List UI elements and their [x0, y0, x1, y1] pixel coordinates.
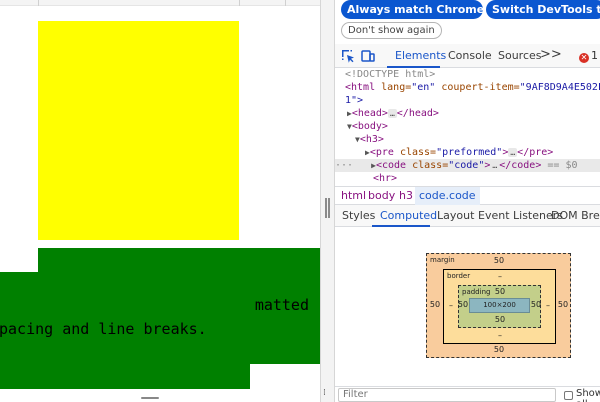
tab-dom-breakpoints[interactable]: DOM Breakpoints	[551, 205, 600, 227]
tab-elements[interactable]: Elements	[395, 44, 446, 68]
padding-label: padding	[462, 288, 491, 296]
padding-top-value[interactable]: 50	[492, 287, 508, 296]
devtools-main-toolbar: Elements Console Sources >> ✕ 1	[335, 44, 600, 68]
breadcrumb-body[interactable]: body	[364, 187, 399, 205]
dom-node-h3[interactable]: ▼<h3>	[355, 133, 600, 146]
border-label: border	[447, 272, 471, 280]
dom-node-head[interactable]: ▶<head>… </head>	[347, 107, 600, 120]
page-viewport: matted pacing and line breaks.	[0, 0, 320, 402]
breadcrumb-h3[interactable]: h3	[395, 187, 417, 205]
tab-console[interactable]: Console	[448, 44, 492, 68]
ruler-tick	[239, 0, 240, 6]
ruler-strip	[0, 0, 320, 6]
breadcrumb-code[interactable]: code.code	[415, 187, 480, 205]
dom-tree: <!DOCTYPE html> <html lang="en" coupert-…	[335, 68, 600, 186]
dom-node-body[interactable]: ▼<body>	[347, 120, 600, 133]
yellow-box	[38, 21, 239, 240]
green-code-block	[0, 272, 320, 364]
panel-resizer[interactable]: ⁞	[320, 0, 335, 402]
always-match-language-button[interactable]: Always match Chrome's language	[341, 0, 555, 19]
dom-node-doctype[interactable]: <!DOCTYPE html>	[345, 68, 600, 81]
box-model-padding[interactable]: padding 50 50 50 50 100×200	[458, 285, 541, 328]
active-subtab-indicator	[372, 225, 430, 227]
tab-sources[interactable]: Sources	[498, 44, 542, 68]
dom-node-html-continued: 1">	[345, 95, 364, 106]
collapsed-ellipsis-icon[interactable]: …	[490, 161, 500, 170]
box-model-margin[interactable]: margin 50 50 50 50 border – – – – paddin…	[426, 253, 571, 358]
resize-corner-icon: ⁞	[323, 388, 326, 398]
viewport-scroll-handle[interactable]	[141, 397, 159, 399]
collapsed-ellipsis-icon[interactable]: …	[387, 109, 397, 118]
switch-language-button[interactable]: Switch DevTools to Korean	[486, 0, 600, 19]
dont-show-again-button[interactable]: Don't show again	[341, 22, 442, 39]
dom-node-code-selected[interactable]: ··· ▶<code class="code">… </code> == $0	[335, 159, 600, 172]
tab-layout[interactable]: Layout	[437, 205, 474, 227]
show-all-checkbox[interactable]	[564, 391, 573, 400]
ruler-tick	[285, 0, 286, 6]
margin-right-value[interactable]: 50	[555, 300, 571, 309]
dom-node-pre[interactable]: ▶<pre class="preformed">… </pre>	[365, 146, 600, 159]
inspect-element-icon[interactable]	[341, 49, 355, 63]
computed-filter-bar: Filter Show all	[335, 386, 600, 402]
border-top-value[interactable]: –	[492, 272, 508, 281]
show-all-label: Show all	[576, 388, 600, 402]
green-block-bottom	[0, 364, 250, 389]
more-tabs-chevron-icon[interactable]: >>	[540, 43, 562, 67]
device-toggle-icon[interactable]	[361, 49, 375, 63]
tab-styles[interactable]: Styles	[342, 205, 375, 227]
sidebar-tabs: Styles Computed Layout Event Listeners D…	[335, 205, 600, 227]
margin-left-value[interactable]: 50	[427, 300, 443, 309]
breadcrumb: html body h3 code.code	[335, 186, 600, 205]
error-counter[interactable]: ✕ 1	[579, 44, 598, 68]
margin-bottom-value[interactable]: 50	[491, 345, 507, 354]
filter-input[interactable]: Filter	[338, 388, 556, 402]
margin-label: margin	[430, 256, 455, 264]
border-bottom-value[interactable]: –	[492, 331, 508, 340]
box-model-border[interactable]: border – – – – padding 50 50 50 50 100×2…	[443, 269, 556, 344]
padding-bottom-value[interactable]: 50	[492, 315, 508, 324]
margin-top-value[interactable]: 50	[491, 256, 507, 265]
code-text-line-2: pacing and line breaks.	[0, 320, 207, 338]
error-count: 1	[591, 49, 598, 62]
code-text-line-1: matted	[254, 296, 309, 314]
box-model-content[interactable]: 100×200	[469, 298, 530, 313]
green-block-top	[38, 248, 320, 272]
ruler-tick	[38, 0, 39, 6]
language-infobar: Always match Chrome's language Switch De…	[335, 0, 600, 44]
resizer-grip-icon[interactable]	[325, 198, 330, 218]
tab-computed[interactable]: Computed	[380, 205, 437, 227]
dom-node-html[interactable]: <html lang="en" coupert-item="9AF8D9A4E5…	[345, 81, 600, 94]
collapsed-ellipsis-icon[interactable]: …	[508, 148, 518, 157]
padding-right-value[interactable]: 50	[528, 300, 544, 309]
devtools-panel: Always match Chrome's language Switch De…	[335, 0, 600, 402]
error-icon: ✕	[579, 53, 589, 63]
dom-node-hr[interactable]: <hr>	[373, 172, 600, 185]
row-menu-icon[interactable]: ···	[335, 160, 353, 171]
